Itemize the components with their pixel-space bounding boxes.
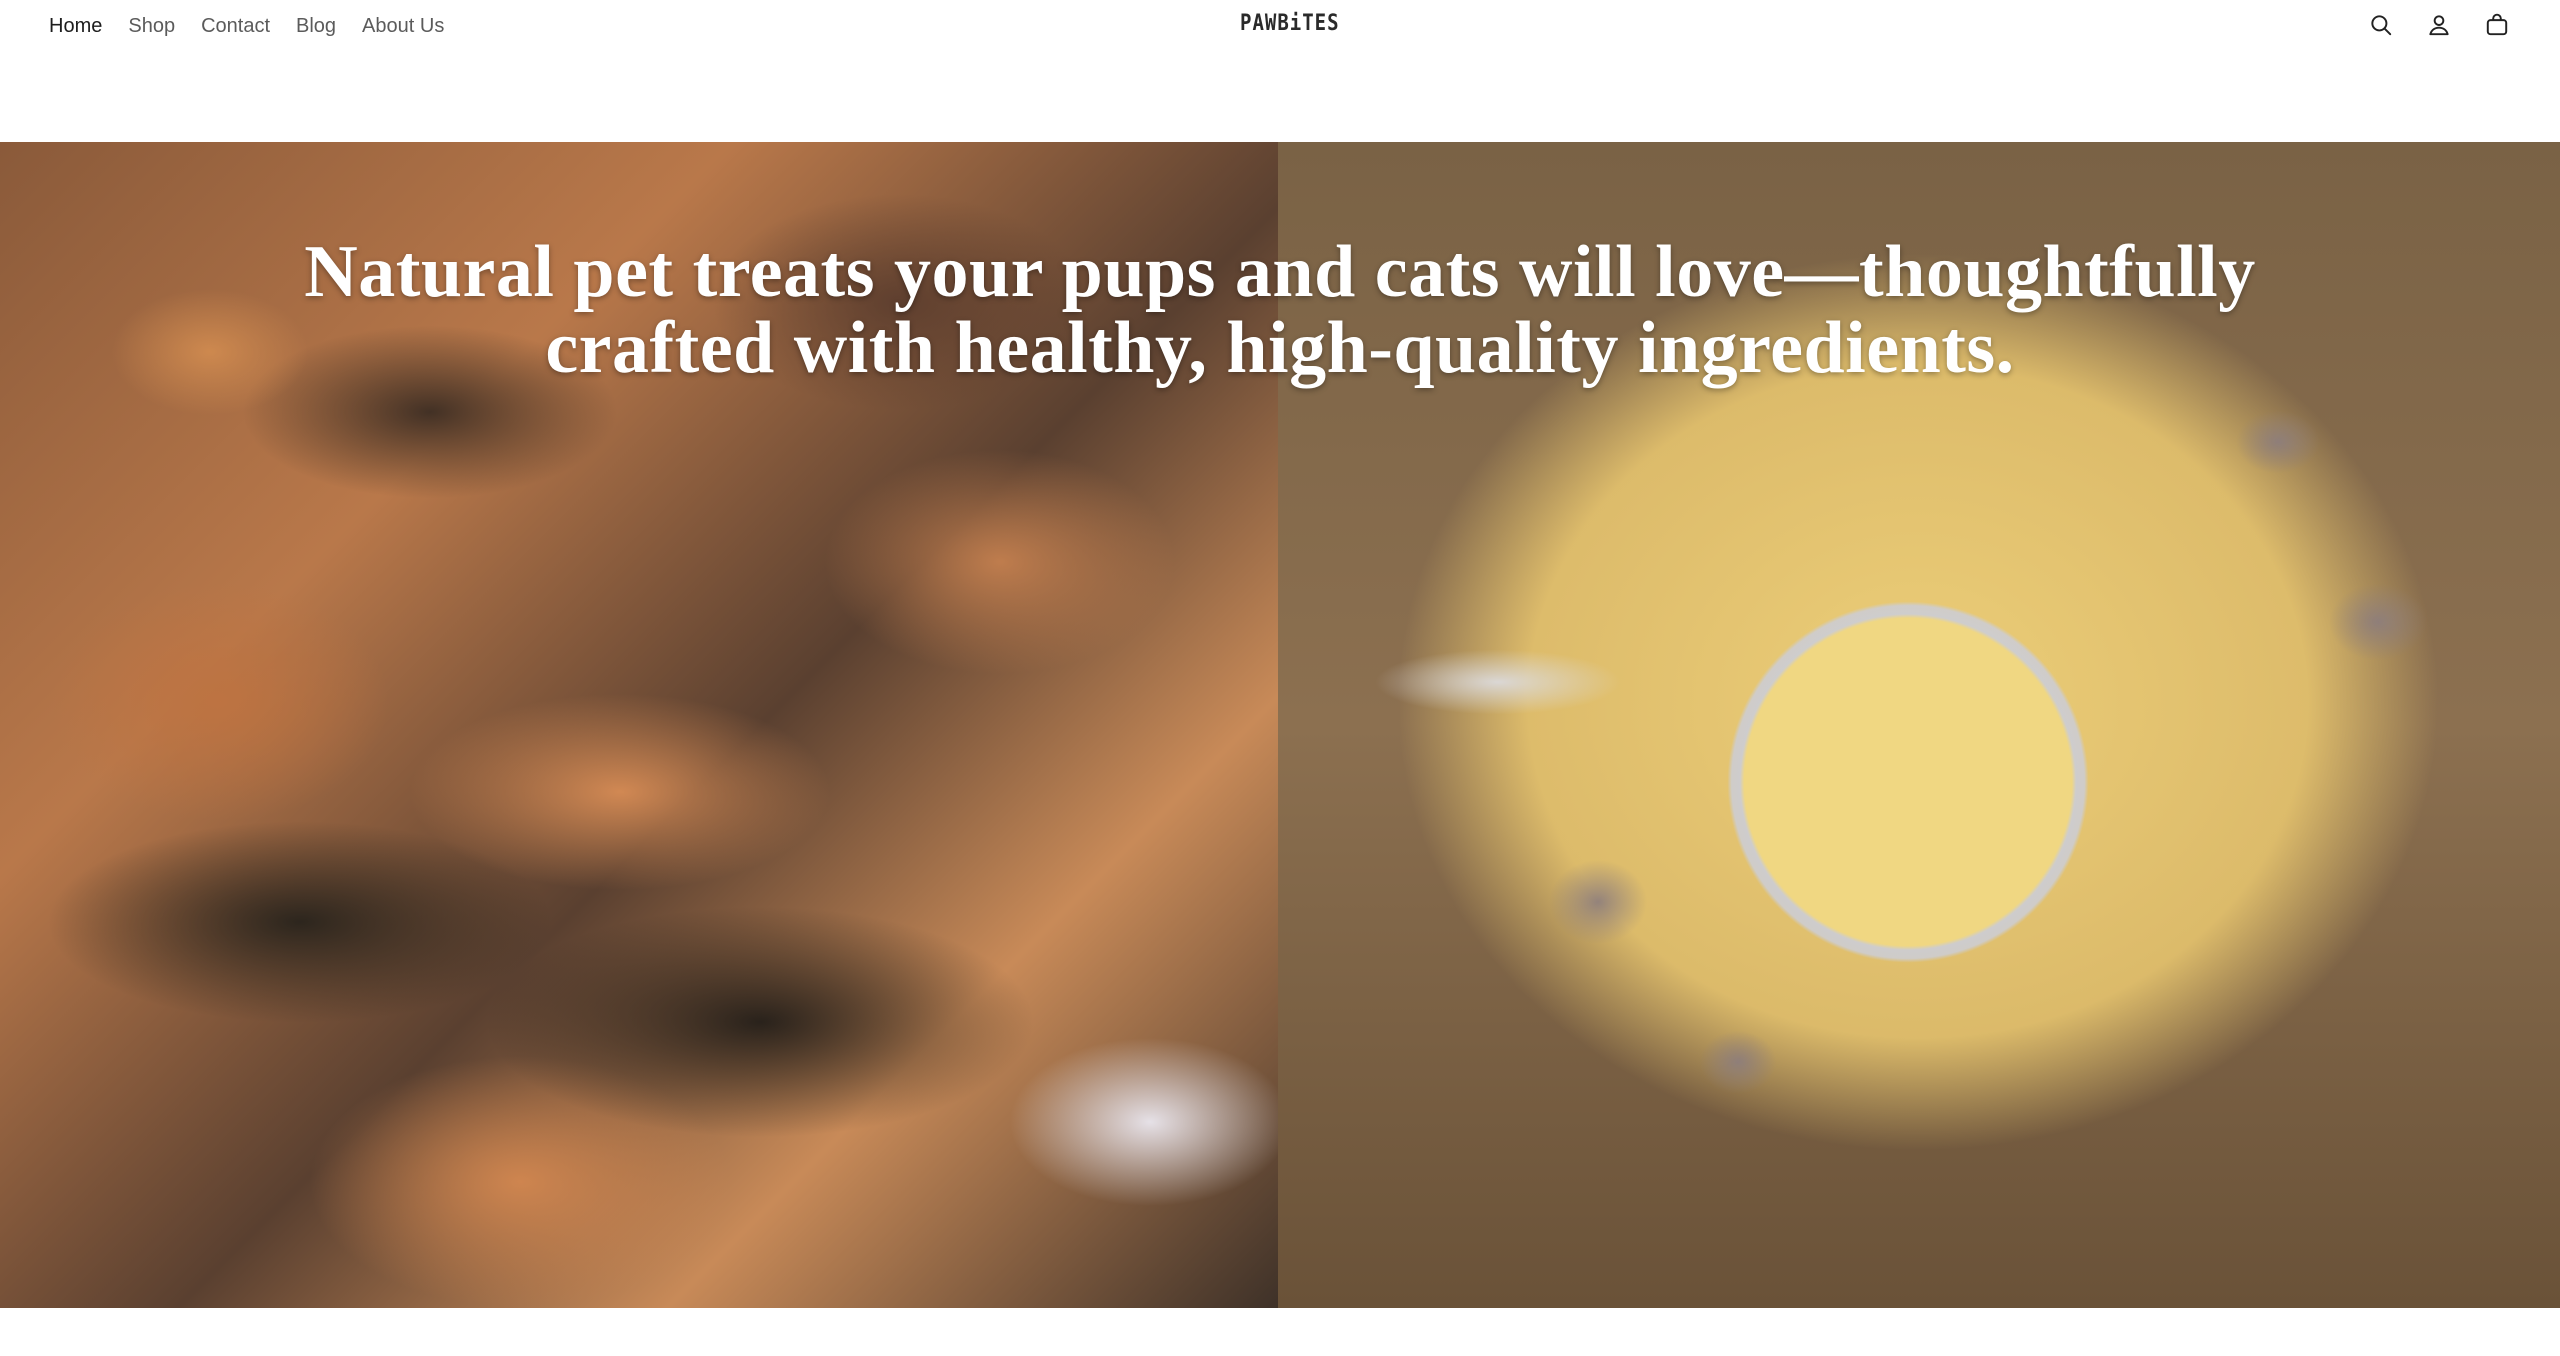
main-nav: Home Shop Contact Blog About Us [49,0,444,52]
site-header: Home Shop Contact Blog About Us PAWBiTES [0,0,2560,52]
search-icon[interactable] [2366,10,2396,40]
brand-logo[interactable]: PAWBiTES [1240,10,1340,35]
nav-about-link[interactable]: About Us [362,15,444,38]
nav-shop-link[interactable]: Shop [128,15,175,38]
nav-contact-link[interactable]: Contact [201,15,270,38]
hero-title: Natural pet treats your pups and cats wi… [304,231,2256,389]
nav-blog-link[interactable]: Blog [296,15,336,38]
header-actions [2366,10,2512,40]
account-icon[interactable] [2424,10,2454,40]
cart-icon[interactable] [2482,10,2512,40]
hero-banner: Natural pet treats your pups and cats wi… [0,142,2560,1308]
nav-home-link[interactable]: Home [49,15,102,38]
